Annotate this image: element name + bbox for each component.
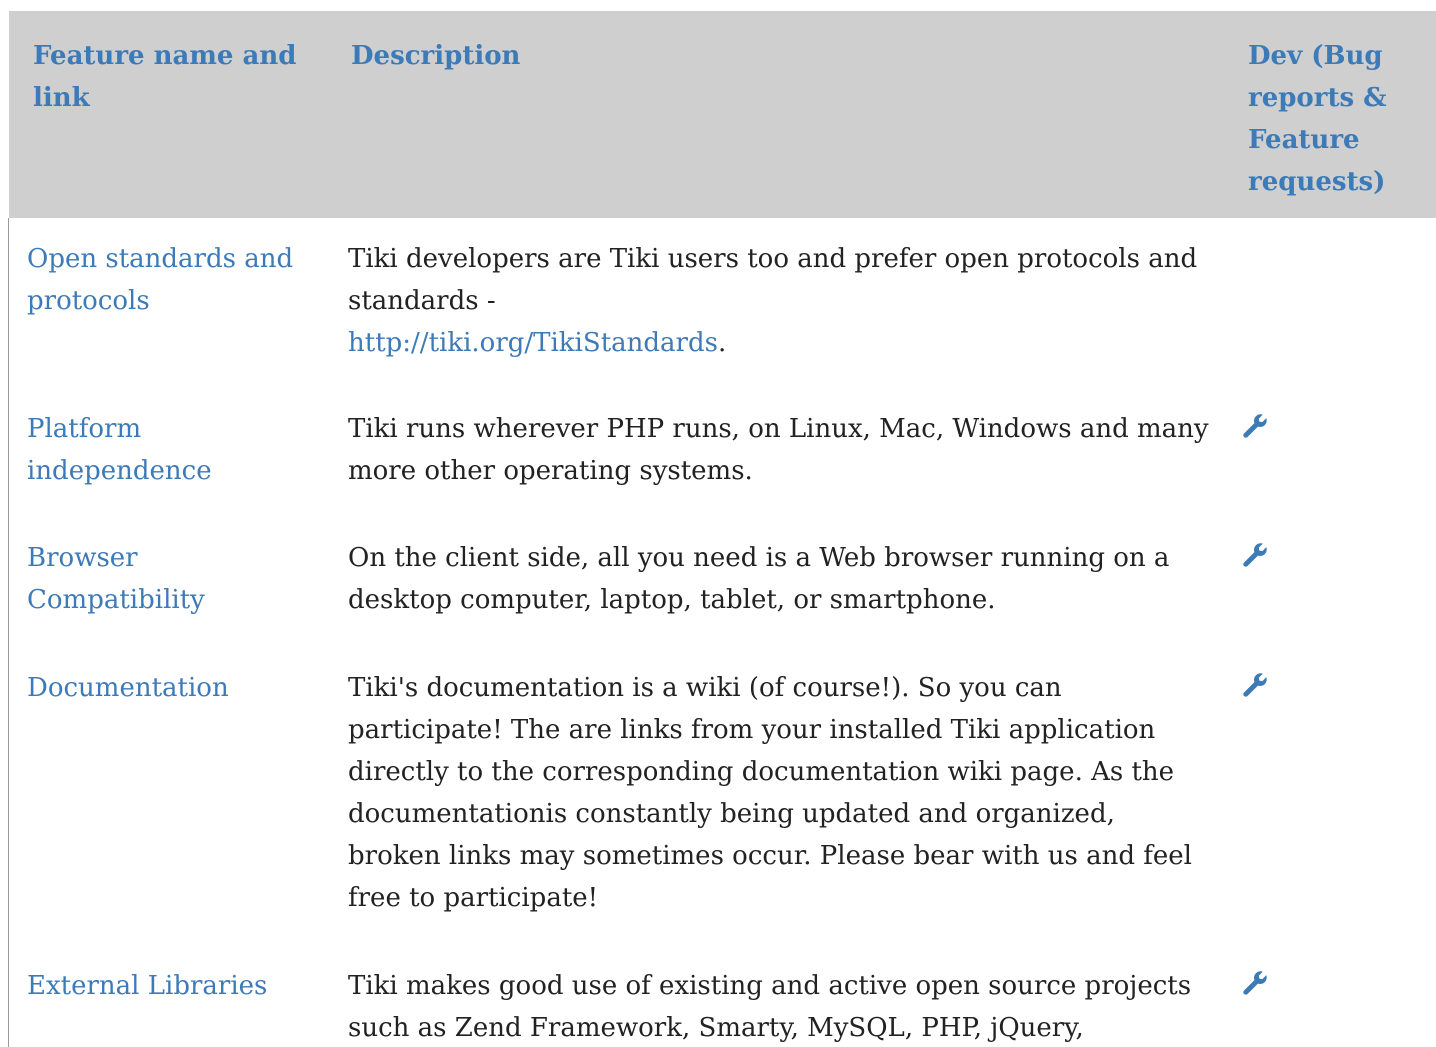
feature-name-cell: Platform independence	[9, 391, 329, 520]
feature-link[interactable]: External Libraries	[27, 971, 267, 1001]
features-table: Feature name and link Description Dev (B…	[9, 11, 1436, 1047]
feature-name-cell: Browser Compatibility	[9, 520, 329, 649]
feature-link[interactable]: Browser Compatibility	[27, 543, 205, 615]
feature-name-cell: Documentation	[9, 649, 329, 947]
description-text: On the client side, all you need is a We…	[348, 543, 1170, 615]
header-row: Feature name and link Description Dev (B…	[9, 11, 1436, 218]
wrench-icon[interactable]	[1241, 541, 1269, 569]
description-text: Tiki runs wherever PHP runs, on Linux, M…	[348, 414, 1209, 486]
feature-link[interactable]: Documentation	[27, 673, 229, 703]
description-cell: Tiki runs wherever PHP runs, on Linux, M…	[329, 391, 1219, 520]
dev-cell	[1219, 218, 1436, 391]
page: Feature name and link Description Dev (B…	[0, 0, 1436, 1047]
wrench-icon[interactable]	[1241, 969, 1269, 997]
standards-link[interactable]: http://tiki.org/TikiStandards	[348, 328, 718, 358]
description-text: Tiki makes good use of existing and acti…	[348, 971, 1192, 1043]
table-row: Open standards and protocols Tiki develo…	[9, 218, 1436, 391]
dev-cell	[1219, 520, 1436, 649]
column-header-feature-name[interactable]: Feature name and link	[9, 11, 329, 218]
table-header: Feature name and link Description Dev (B…	[9, 11, 1436, 218]
wrench-icon[interactable]	[1241, 671, 1269, 699]
table-row: External Libraries Tiki makes good use o…	[9, 947, 1436, 1047]
description-cell: Tiki's documentation is a wiki (of cours…	[329, 649, 1219, 947]
description-text: Tiki's documentation is a wiki (of cours…	[348, 673, 1192, 913]
feature-link[interactable]: Open standards and protocols	[27, 244, 293, 316]
link-suffix: .	[717, 328, 727, 358]
feature-link[interactable]: Platform independence	[27, 414, 212, 486]
feature-name-cell: Open standards and protocols	[9, 218, 329, 391]
description-cell: Tiki makes good use of existing and acti…	[329, 947, 1219, 1047]
description-text: Tiki developers are Tiki users too and p…	[348, 244, 1198, 316]
table-row: Platform independence Tiki runs wherever…	[9, 391, 1436, 520]
dev-cell	[1219, 649, 1436, 947]
wrench-icon[interactable]	[1241, 412, 1269, 440]
column-header-dev[interactable]: Dev (Bug reports & Feature requests)	[1219, 11, 1436, 218]
description-cell: Tiki developers are Tiki users too and p…	[329, 218, 1219, 391]
description-cell: On the client side, all you need is a We…	[329, 520, 1219, 649]
dev-cell	[1219, 391, 1436, 520]
feature-name-cell: External Libraries	[9, 947, 329, 1047]
dev-cell	[1219, 947, 1436, 1047]
column-header-description[interactable]: Description	[329, 11, 1219, 218]
table-row: Documentation Tiki's documentation is a …	[9, 649, 1436, 947]
table-row: Browser Compatibility On the client side…	[9, 520, 1436, 649]
